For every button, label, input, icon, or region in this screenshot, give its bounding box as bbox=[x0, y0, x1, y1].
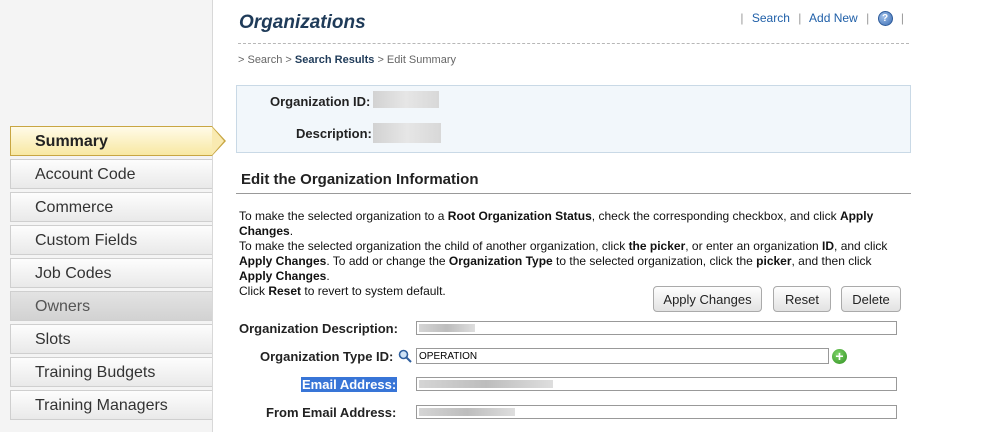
organization-description-input[interactable] bbox=[416, 321, 897, 335]
organization-info-panel: Organization ID: Description: bbox=[236, 85, 911, 153]
sidebar-item-training-managers[interactable]: Training Managers bbox=[10, 390, 212, 420]
help-icon[interactable]: ? bbox=[877, 11, 893, 27]
sidebar-item-owners[interactable]: Owners bbox=[10, 291, 212, 321]
email-address-label: Email Address: bbox=[301, 377, 398, 392]
separator: | bbox=[740, 11, 744, 25]
breadcrumb-search-results[interactable]: Search Results bbox=[295, 54, 374, 66]
sidebar-item-summary[interactable]: Summary bbox=[10, 126, 226, 156]
reset-button[interactable]: Reset bbox=[773, 286, 831, 312]
page-title: Organizations bbox=[239, 12, 366, 33]
breadcrumb-current: > Edit Summary bbox=[377, 54, 456, 66]
delete-button[interactable]: Delete bbox=[841, 286, 901, 312]
from-email-address-label: From Email Address: bbox=[266, 405, 397, 420]
organization-id-value bbox=[373, 91, 439, 108]
separator: | bbox=[900, 11, 904, 25]
add-icon[interactable]: + bbox=[832, 349, 847, 364]
description-value bbox=[373, 123, 441, 143]
add-new-link[interactable]: Add New bbox=[809, 11, 858, 25]
sidebar-item-commerce[interactable]: Commerce bbox=[10, 192, 212, 222]
organization-type-id-input[interactable] bbox=[416, 348, 829, 364]
separator: | bbox=[866, 11, 870, 25]
sidebar-item-custom-fields[interactable]: Custom Fields bbox=[10, 225, 212, 255]
redacted-value bbox=[419, 324, 475, 332]
sidebar-nav: Summary Account Code Commerce Custom Fie… bbox=[10, 126, 226, 423]
sidebar-item-job-codes[interactable]: Job Codes bbox=[10, 258, 212, 288]
top-links: | Search | Add New | ? | bbox=[735, 11, 909, 27]
search-icon[interactable] bbox=[398, 349, 412, 363]
apply-changes-button[interactable]: Apply Changes bbox=[653, 286, 762, 312]
sidebar-item-account-code[interactable]: Account Code bbox=[10, 159, 212, 189]
redacted-value bbox=[419, 408, 515, 416]
organization-id-label: Organization ID: bbox=[270, 94, 371, 109]
sidebar-item-training-budgets[interactable]: Training Budgets bbox=[10, 357, 212, 387]
organization-description-label: Organization Description: bbox=[239, 321, 398, 336]
header-divider bbox=[238, 43, 909, 44]
section-title: Edit the Organization Information bbox=[241, 171, 479, 188]
breadcrumb-search[interactable]: > Search > bbox=[238, 54, 292, 66]
redacted-value bbox=[419, 380, 553, 388]
search-link[interactable]: Search bbox=[752, 11, 790, 25]
separator: | bbox=[798, 11, 802, 25]
sidebar: Summary Account Code Commerce Custom Fie… bbox=[0, 0, 226, 432]
description-label: Description: bbox=[296, 126, 372, 141]
organization-type-id-label: Organization Type ID: bbox=[260, 349, 394, 364]
section-divider bbox=[236, 193, 911, 194]
breadcrumb: > Search > Search Results > Edit Summary bbox=[238, 54, 456, 66]
sidebar-item-slots[interactable]: Slots bbox=[10, 324, 212, 354]
